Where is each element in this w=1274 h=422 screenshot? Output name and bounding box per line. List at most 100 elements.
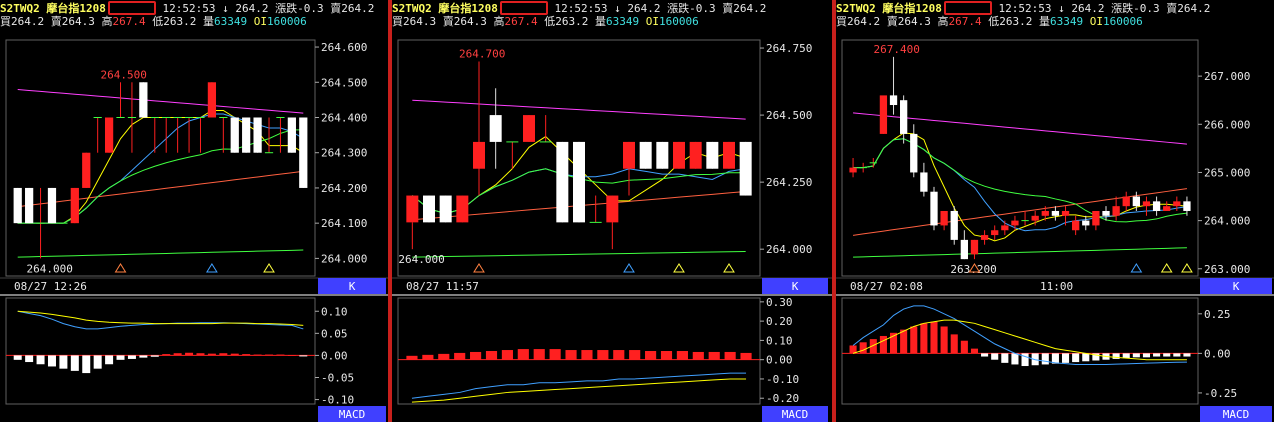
price-tick-label: 264.500 — [766, 109, 812, 122]
ma60-line — [17, 89, 304, 114]
signal-triangle-icon — [473, 263, 485, 273]
candle-body — [439, 195, 452, 223]
candle-body — [1011, 220, 1019, 226]
macd-histogram-bar — [196, 353, 205, 356]
k-tab-label[interactable]: K — [349, 280, 356, 293]
candle-body — [1173, 201, 1181, 207]
price-tick-label: 264.500 — [321, 76, 367, 89]
macd-histogram-bar — [25, 355, 34, 363]
macd-tab-label[interactable]: MACD — [782, 408, 809, 421]
signal-triangle-icon — [1181, 263, 1193, 273]
macd-histogram-bar — [470, 351, 482, 360]
macd-histogram-bar — [660, 351, 673, 360]
candle-body — [104, 117, 114, 153]
macd-tick-label: -0.10 — [321, 394, 354, 407]
macd-histogram-bar — [139, 355, 148, 358]
candle-body — [230, 117, 239, 153]
macd-histogram-bar — [629, 350, 641, 360]
price-tick-label: 264.000 — [321, 252, 367, 265]
macd-histogram-bar — [1072, 353, 1080, 363]
high-annotation: 267.400 — [874, 43, 920, 56]
macd-tick-label: 0.00 — [766, 354, 793, 367]
candle-body — [556, 141, 569, 223]
macd-dif-line — [411, 372, 747, 399]
ma10-line — [853, 138, 1188, 232]
macd-tick-label: -0.10 — [766, 373, 799, 386]
macd-histogram-bar — [299, 355, 308, 357]
price-plot-frame — [841, 39, 1199, 277]
macd-histogram-bar — [1173, 353, 1181, 357]
macd-tick-label: -0.25 — [1204, 387, 1237, 400]
candle-body — [889, 95, 898, 106]
time-label: 08/27 11:57 — [406, 280, 479, 293]
candle-body — [1031, 215, 1039, 221]
candle-body — [253, 117, 262, 153]
macd-histogram-bar — [59, 355, 68, 369]
macd-histogram-bar — [565, 350, 577, 360]
candle-body — [1092, 210, 1100, 226]
candle-body — [991, 230, 999, 236]
macd-histogram-bar — [162, 354, 171, 356]
price-tick-label: 264.250 — [766, 176, 812, 189]
macd-histogram-bar — [930, 321, 938, 354]
candle-body — [706, 141, 719, 169]
price-chart-svg[interactable]: K MACD 08/27 02:08 11:00 267.000 266.000 265.0… — [836, 0, 1274, 422]
price-tick-label: 264.100 — [321, 217, 367, 230]
macd-histogram-bar — [1082, 353, 1090, 362]
macd-tick-label: 0.30 — [766, 296, 793, 309]
macd-histogram-bar — [960, 340, 968, 354]
macd-histogram-bar — [533, 349, 545, 360]
macd-histogram-bar — [970, 348, 979, 354]
macd-histogram-bar — [1153, 353, 1161, 357]
macd-histogram-bar — [581, 350, 593, 360]
k-tab-label[interactable]: K — [792, 280, 799, 293]
macd-dif-line — [17, 310, 304, 330]
macd-histogram-bar — [219, 353, 228, 356]
macd-histogram-bar — [879, 335, 887, 354]
candle-body — [689, 141, 702, 169]
candle-body — [1001, 225, 1009, 231]
candle-body — [930, 191, 938, 226]
price-chart-svg[interactable]: K MACD 08/27 12:26 264.600 264.500 264.400 264… — [0, 0, 388, 422]
ma240-line — [17, 249, 304, 258]
signal-triangle-icon — [1160, 263, 1173, 273]
candle-body — [739, 141, 752, 196]
macd-histogram-bar — [185, 352, 194, 356]
candle-body — [970, 239, 979, 255]
macd-tick-label: 0.25 — [1204, 308, 1231, 321]
price-tick-label: 265.000 — [1204, 166, 1250, 179]
chart-panel-1[interactable]: S2TWQ2 摩台指1208 12:52:53 ↓ 264.2 漲跌-0.3 賣… — [0, 0, 388, 422]
price-chart-svg[interactable]: K MACD 08/27 11:57 264.750 264.500 264.250 264… — [392, 0, 832, 422]
candle-body — [423, 195, 435, 223]
candle-body — [1072, 220, 1080, 231]
macd-tick-label: 0.10 — [321, 305, 348, 318]
candle-body — [723, 141, 735, 169]
macd-tab-label[interactable]: MACD — [1223, 408, 1250, 421]
macd-tab-label[interactable]: MACD — [339, 408, 366, 421]
macd-histogram-bar — [406, 355, 418, 360]
candle-body — [1132, 196, 1140, 207]
candle-body — [242, 117, 251, 153]
ma60-line — [412, 99, 746, 120]
macd-histogram-bar — [517, 349, 529, 360]
candle-body — [1112, 206, 1120, 216]
chart-panel-2[interactable]: S2TWQ2 摩台指1208 12:52:53 ↓ 264.2 漲跌-0.3 賣… — [392, 0, 832, 422]
k-tab-label[interactable]: K — [1233, 280, 1240, 293]
candle-body — [456, 195, 469, 223]
candle-body — [940, 210, 948, 226]
candle-body — [70, 187, 79, 224]
macd-tick-label: 0.10 — [766, 334, 793, 347]
candle-body — [639, 141, 652, 169]
macd-histogram-bar — [13, 355, 22, 360]
candle-body — [960, 239, 968, 260]
candle-body — [656, 141, 669, 169]
macd-histogram-bar — [438, 353, 450, 360]
chart-panel-3[interactable]: S2TWQ2 摩台指1208 12:52:53 ↓ 264.2 漲跌-0.3 賣… — [836, 0, 1274, 422]
macd-histogram-bar — [676, 351, 688, 360]
macd-histogram-bar — [501, 350, 513, 360]
macd-histogram-bar — [1122, 353, 1130, 359]
candle-body — [606, 195, 619, 223]
macd-histogram-bar — [105, 355, 114, 365]
macd-histogram-bar — [1061, 353, 1070, 363]
candle-body — [287, 117, 296, 153]
